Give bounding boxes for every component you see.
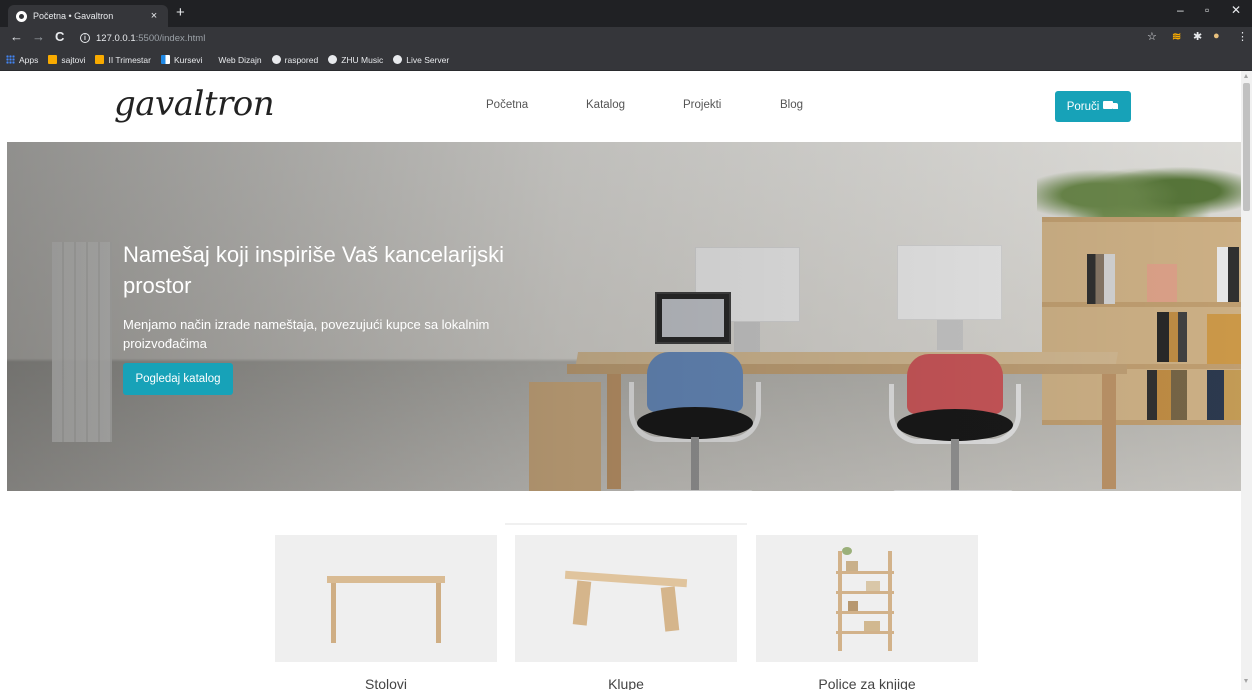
category-label: Stolovi (364, 676, 408, 690)
category-card-police[interactable]: Police za knjige (756, 535, 978, 690)
truck-icon (1103, 101, 1119, 112)
bookmark-item[interactable]: Apps (6, 55, 38, 65)
url-host: 127.0.0.1 (96, 32, 136, 44)
nav-link-projekti[interactable]: Projekti (683, 99, 721, 111)
profile-avatar-icon[interactable]: ● (1213, 30, 1220, 42)
nav-link-pocetna[interactable]: Početna (486, 99, 528, 111)
order-button[interactable]: Poruči (1055, 91, 1131, 122)
rss-extension-icon[interactable]: ≋ (1172, 30, 1181, 43)
bookmark-label: ZHU Music (341, 54, 384, 65)
bookmark-item[interactable]: II Trimestar (95, 55, 151, 65)
url-path: :5500/index.html (135, 32, 206, 44)
globe-icon (271, 55, 281, 64)
folder-icon (48, 55, 58, 64)
bookmark-spacer (212, 55, 214, 64)
hero-subtitle: Menjamo način izrade nameštaja, povezuju… (123, 317, 490, 351)
scroll-down-icon[interactable] (1244, 679, 1248, 683)
bookmark-item[interactable]: sajtovi (48, 55, 85, 65)
browser-titlebar: Početna • Gavaltron × + – ▫ ✕ (0, 0, 1252, 27)
site-header: gavaltron Početna Katalog Projekti Blog … (0, 71, 1241, 142)
site-info-icon[interactable]: i (80, 33, 90, 43)
category-label: Klupe (608, 676, 644, 690)
tab-close-button[interactable]: × (148, 10, 160, 22)
extensions-puzzle-icon[interactable]: ✱ (1193, 30, 1202, 43)
nav-link-blog[interactable]: Blog (780, 99, 803, 111)
scroll-thumb[interactable] (1243, 83, 1250, 211)
minimize-icon[interactable]: – (1177, 3, 1184, 17)
forward-icon[interactable]: → (32, 29, 45, 44)
bookmark-star-icon[interactable]: ☆ (1147, 30, 1157, 43)
bookmark-item[interactable]: ZHU Music (328, 55, 383, 65)
close-window-icon[interactable]: ✕ (1231, 3, 1241, 17)
tab-title: Početna • Gavaltron (33, 11, 114, 21)
bench-image (515, 535, 737, 662)
address-bar[interactable]: i 127.0.0.1 :5500/index.html (80, 29, 1140, 47)
bookmark-label: sajtovi (61, 54, 86, 65)
bookmark-label: Apps (19, 54, 39, 65)
order-button-label: Poruči (1066, 100, 1100, 113)
bookmark-label: II Trimestar (108, 54, 151, 65)
bookshelf-product-image (756, 535, 978, 662)
category-card-klupe[interactable]: Klupe (515, 535, 737, 690)
menu-kebab-icon[interactable]: ⋮ (1237, 30, 1248, 43)
folder-icon (95, 55, 105, 64)
ms-icon (160, 55, 170, 64)
bookmark-item[interactable]: raspored (271, 54, 319, 65)
bookmark-label: Live Server (406, 54, 450, 65)
view-catalog-button[interactable]: Pogledaj katalog (123, 363, 233, 395)
bookmarks-bar: Apps sajtovi II Trimestar Kursevi Web Dizajn… (0, 49, 1252, 71)
globe-icon (328, 55, 338, 64)
reload-icon[interactable]: C (55, 29, 64, 44)
favicon-icon (16, 10, 27, 22)
browser-toolbar: ← → C i 127.0.0.1 :5500/index.html ☆ ≋ ✱… (0, 27, 1252, 49)
hero-title: Namešaj koji inspiriše Vaš kancelarijski… (123, 242, 505, 298)
bookmark-item[interactable]: Kursevi (160, 54, 203, 65)
back-icon[interactable]: ← (10, 29, 23, 44)
bookmark-label: Kursevi (173, 54, 203, 65)
bookmark-label: Web Dizajn (218, 54, 262, 65)
browser-tab[interactable]: Početna • Gavaltron × (8, 5, 168, 27)
scroll-up-icon[interactable] (1244, 74, 1248, 78)
new-tab-button[interactable]: + (176, 4, 185, 21)
globe-icon (393, 55, 403, 64)
hero-banner: Namešaj koji inspiriše Vaš kancelarijski… (7, 142, 1241, 491)
apps-grid-icon (6, 55, 15, 64)
bookmark-label: raspored (284, 54, 319, 65)
bookmark-item[interactable]: Web Dizajn (212, 55, 261, 65)
section-divider (505, 523, 747, 525)
site-logo[interactable]: gavaltron (114, 84, 275, 124)
nav-link-katalog[interactable]: Katalog (586, 99, 625, 111)
page-scrollbar[interactable] (1241, 71, 1252, 690)
category-card-stolovi[interactable]: Stolovi (275, 535, 497, 690)
web-page: gavaltron Početna Katalog Projekti Blog … (0, 71, 1241, 690)
bookmark-item[interactable]: Live Server (393, 55, 449, 65)
restore-icon[interactable]: ▫ (1205, 3, 1209, 17)
category-label: Police za knjige (818, 676, 916, 690)
table-image (275, 535, 497, 662)
